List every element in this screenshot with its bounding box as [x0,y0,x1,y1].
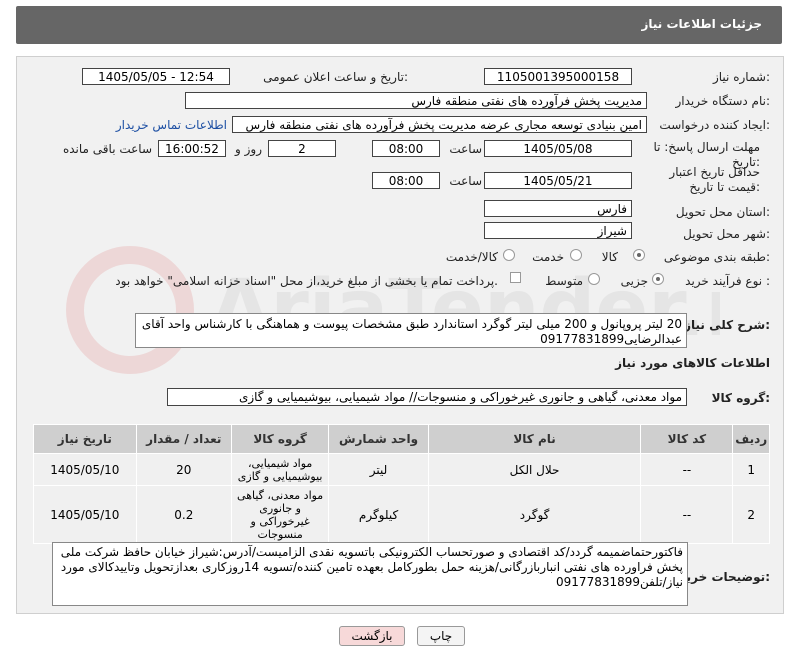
cell-unit: کیلوگرم [328,485,429,544]
buyer-notes-textarea: فاکتورحتماضمیمه گردد/کد اقتصادی و صورتحس… [52,542,688,606]
cell-row: 1 [732,453,770,486]
table-row: 1 -- حلال الکل لیتر مواد شیمیایی، بیوشیم… [33,453,770,486]
description-label: شرح کلی نیاز: [684,318,770,332]
validity-time-field: 08:00 [372,172,440,189]
buyer-org-field: مدیریت پخش فرآورده های نفتی منطقه فارس [185,92,647,109]
reply-date-field: 1405/05/08 [484,140,632,157]
cell-group: مواد شیمیایی، بیوشیمیایی و گازی [230,453,330,486]
category-label: طبقه بندی موضوعی: [663,250,770,264]
goods-section-title: اطلاعات کالاهای مورد نیاز [615,356,770,370]
cell-date: 1405/05/10 [33,453,137,486]
contact-info-link[interactable]: اطلاعات تماس خریدار [116,118,227,132]
cell-name: گوگرد [427,485,642,544]
city-label: شهر محل تحویل: [683,227,770,241]
process-option-medium: متوسط [545,274,583,288]
category-radio-goods-service[interactable] [503,249,515,261]
category-option-service: خدمت [532,250,564,264]
reply-time-field: 08:00 [372,140,440,157]
days-label: روز و [235,142,262,156]
cell-unit: لیتر [328,453,429,486]
cell-group: مواد معدنی، گیاهی و جانوری غیرخوراکی و م… [230,485,330,544]
validity-label: حداقل تاریخ اعتبار قیمت تا تاریخ: [669,165,760,194]
page-title: جزئیات اطلاعات نیاز [641,17,762,31]
category-option-goods-service: کالا/خدمت [445,250,498,264]
page-header: جزئیات اطلاعات نیاز [16,6,782,44]
cell-quantity: 0.2 [135,485,232,544]
cell-date: 1405/05/10 [33,485,137,544]
description-textarea: 20 لیتر پروپانول و 200 میلی لیتر گوگرد ا… [135,313,687,348]
cell-code: -- [640,485,734,544]
announce-label: تاریخ و ساعت اعلان عمومی: [263,70,408,84]
col-date: تاریخ نیاز [33,424,137,454]
process-option-minor: جزیی [620,274,648,288]
col-quantity: تعداد / مقدار [135,424,232,454]
reply-time-label: ساعت [449,142,482,156]
category-radio-goods[interactable] [633,249,645,261]
process-radio-medium[interactable] [588,273,600,285]
goods-group-field: مواد معدنی، گیاهی و جانوری غیرخوراکی و م… [167,388,687,406]
remaining-time-field: 16:00:52 [158,140,226,157]
goods-table: ردیف کد کالا نام کالا واحد شمارش گروه کا… [33,424,770,544]
process-label: نوع فرآیند خرید : [685,274,770,288]
validity-date-field: 1405/05/21 [484,172,632,189]
col-row: ردیف [732,424,770,454]
treasury-payment-checkbox[interactable] [510,272,521,283]
need-number-field: 1105001395000158 [484,68,632,85]
cell-quantity: 20 [135,453,232,486]
announce-datetime-field: 1405/05/05 - 12:54 [82,68,230,85]
cell-row: 2 [732,485,770,544]
goods-group-label: گروه کالا: [711,391,770,405]
province-label: استان محل تحویل: [675,205,770,219]
cell-name: حلال الکل [427,453,642,486]
treasury-payment-note: پرداخت تمام یا بخشی از مبلغ خرید،از محل … [115,274,498,288]
process-radio-minor[interactable] [652,273,664,285]
city-field: شیراز [484,222,632,239]
col-name: نام کالا [427,424,642,454]
days-field: 2 [268,140,336,157]
col-unit: واحد شمارش [328,424,429,454]
need-number-label: شماره نیاز: [712,70,770,84]
requester-label: ایجاد کننده درخواست: [659,118,770,132]
remaining-label: ساعت باقی مانده [62,142,152,156]
col-group: گروه کالا [230,424,330,454]
col-code: کد کالا [640,424,734,454]
requester-field: امین بنیادی توسعه مجاری عرضه مدیریت پخش … [232,116,647,133]
validity-time-label: ساعت [449,174,482,188]
buyer-org-label: نام دستگاه خریدار: [675,94,771,108]
province-field: فارس [484,200,632,217]
table-row: 2 -- گوگرد کیلوگرم مواد معدنی، گیاهی و ج… [33,485,770,544]
back-button[interactable]: بازگشت [339,626,405,646]
cell-code: -- [640,453,734,486]
category-option-goods: کالا [601,250,618,264]
category-radio-service[interactable] [570,249,582,261]
print-button[interactable]: چاپ [417,626,465,646]
table-header-row: ردیف کد کالا نام کالا واحد شمارش گروه کا… [33,424,770,454]
